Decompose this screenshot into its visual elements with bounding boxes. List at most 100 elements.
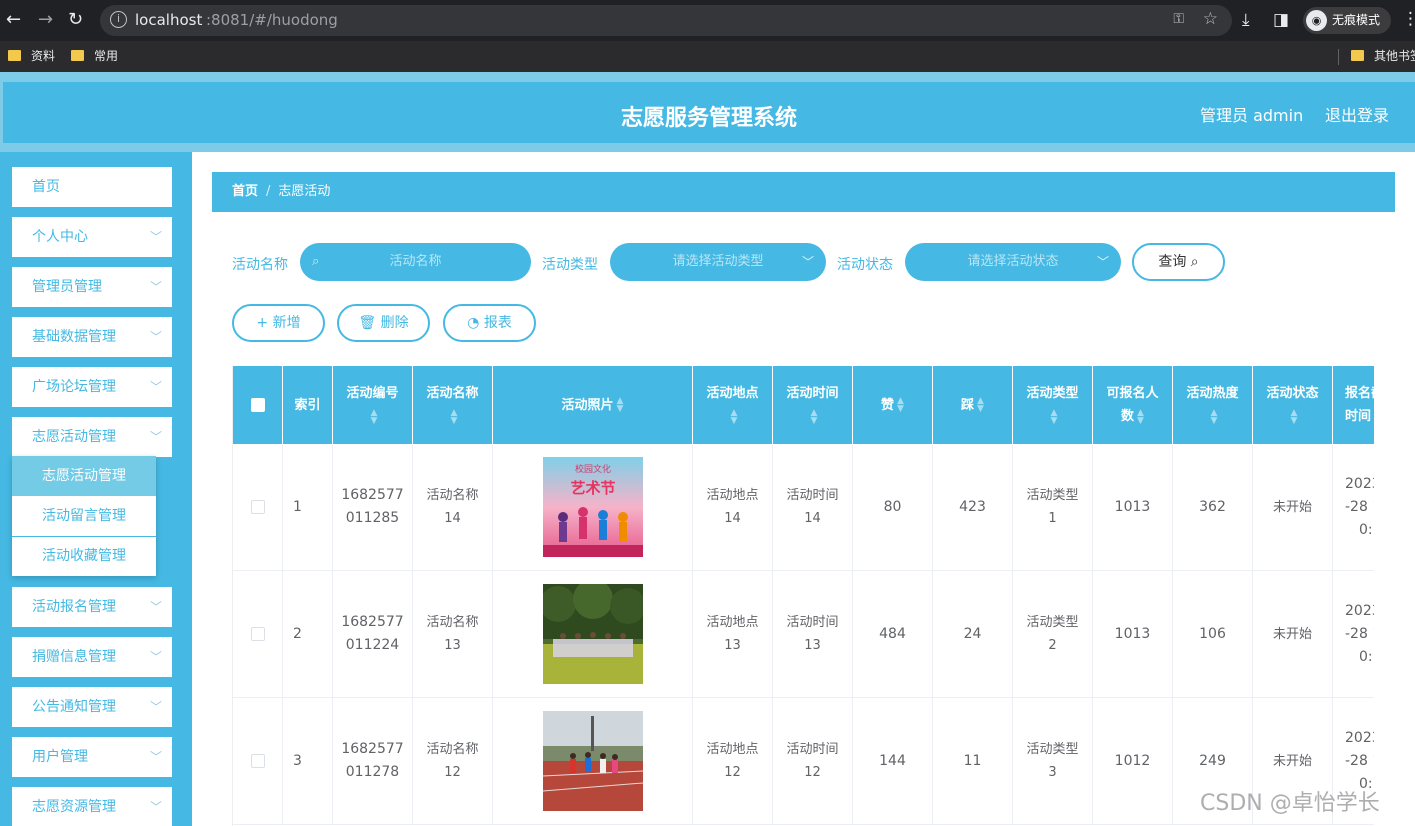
chevron-down-icon: ﹀ xyxy=(149,430,162,444)
header-signup-deadline[interactable]: 报名截时间 xyxy=(1333,366,1374,444)
bookmark-folder[interactable]: 常用 xyxy=(71,48,118,64)
app-header: 志愿服务管理系统 管理员 admin 退出登录 xyxy=(0,72,1415,152)
submenu-item-activities[interactable]: 志愿活动管理 xyxy=(12,456,156,496)
cell-zan: 80 xyxy=(853,444,933,571)
cell-code: 1682577 011285 xyxy=(333,444,413,571)
cell-cai: 11 xyxy=(933,698,1013,825)
header-code[interactable]: 活动编号 ▲ ▼ xyxy=(333,366,413,444)
sort-icon[interactable]: ▲ ▼ xyxy=(1137,408,1144,425)
download-icon[interactable]: ⤓ xyxy=(1242,10,1250,30)
chevron-down-icon: ﹀ xyxy=(149,800,162,814)
chevron-down-icon: ﹀ xyxy=(149,380,162,394)
cell-capacity: 1013 xyxy=(1093,571,1173,698)
sort-icon[interactable]: ▲ ▼ xyxy=(897,397,904,414)
sort-icon[interactable]: ▲ ▼ xyxy=(731,408,738,425)
query-button[interactable]: 查询 ⌕ xyxy=(1132,243,1225,281)
sidebar-item-signup[interactable]: 活动报名管理 ﹀ xyxy=(12,587,172,627)
chevron-down-icon: ﹀ xyxy=(149,600,162,614)
header-heat[interactable]: 活动热度 ▲ ▼ xyxy=(1173,366,1253,444)
sort-icon[interactable]: ▲ ▼ xyxy=(617,397,624,414)
header-place[interactable]: 活动地点 ▲ ▼ xyxy=(693,366,773,444)
cell-name: 活动名称 13 xyxy=(413,571,493,698)
more-icon[interactable]: ⋮ xyxy=(1402,9,1415,29)
cell-name: 活动名称 14 xyxy=(413,444,493,571)
sidebar-item-notice[interactable]: 公告通知管理 ﹀ xyxy=(12,687,172,727)
sidebar-item-admin[interactable]: 管理员管理 ﹀ xyxy=(12,267,172,307)
chevron-down-icon: ﹀ xyxy=(149,330,162,344)
forward-icon[interactable]: → xyxy=(38,10,53,30)
cell-cai: 24 xyxy=(933,571,1013,698)
logout-link[interactable]: 退出登录 xyxy=(1325,102,1389,126)
type-select[interactable]: 请选择活动类型 ﹀ xyxy=(610,243,826,281)
folder-icon xyxy=(71,50,84,61)
header-zan[interactable]: 赞 ▲ ▼ xyxy=(853,366,933,444)
sidebar-item-profile[interactable]: 个人中心 ﹀ xyxy=(12,217,172,257)
chevron-down-icon: ﹀ xyxy=(149,280,162,294)
add-button[interactable]: + 新增 xyxy=(232,304,325,342)
delete-button[interactable]: 🗑 删除 xyxy=(337,304,430,342)
status-select[interactable]: 请选择活动状态 ﹀ xyxy=(905,243,1121,281)
cell-index: 2 xyxy=(283,571,333,698)
select-all-checkbox[interactable] xyxy=(250,398,265,412)
breadcrumb-current: 志愿活动 xyxy=(278,184,331,199)
sidebar-item-donation[interactable]: 捐赠信息管理 ﹀ xyxy=(12,637,172,677)
row-checkbox-cell xyxy=(233,444,283,571)
key-icon[interactable]: ⚿ xyxy=(1173,11,1184,27)
sort-icon[interactable]: ▲ ▼ xyxy=(977,397,984,414)
header-status[interactable]: 活动状态 ▲ ▼ xyxy=(1253,366,1333,444)
row-checkbox[interactable] xyxy=(250,500,265,514)
header-index: 索引 xyxy=(283,366,333,444)
sort-icon[interactable]: ▲ ▼ xyxy=(1291,408,1298,425)
activity-photo-running-track[interactable] xyxy=(542,711,643,811)
report-button[interactable]: ◔ 报表 xyxy=(443,304,536,342)
cell-type: 活动类型 1 xyxy=(1013,444,1093,571)
header-time[interactable]: 活动时间 ▲ ▼ xyxy=(773,366,853,444)
bookmarks-bar: 资料 常用 其他书签 xyxy=(0,41,1415,72)
address-bar[interactable]: i localhost :8081/#/huodong ⚿ ☆ xyxy=(100,5,1232,36)
sort-icon[interactable]: ▲ ▼ xyxy=(1211,408,1218,425)
sidebar-item-resources[interactable]: 志愿资源管理 ﹀ xyxy=(12,787,172,826)
select-all-checkbox-cell xyxy=(233,366,283,444)
star-icon[interactable]: ☆ xyxy=(1203,9,1218,29)
header-cai[interactable]: 踩 ▲ ▼ xyxy=(933,366,1013,444)
submenu-item-messages[interactable]: 活动留言管理 xyxy=(12,496,156,536)
submenu-item-favorites[interactable]: 活动收藏管理 xyxy=(12,536,156,576)
activities-submenu: 志愿活动管理 活动留言管理 活动收藏管理 xyxy=(12,456,156,576)
sidepanel-icon[interactable]: ◨ xyxy=(1273,10,1289,30)
activities-table: 索引 活动编号 ▲ ▼ 活动名称 ▲ ▼ 活动照片 ▲ ▼ 活动地点 ▲ ▼ 活动时间 ▲ ▼ 赞 ▲… xyxy=(232,366,1374,826)
row-checkbox[interactable] xyxy=(250,754,265,768)
header-name[interactable]: 活动名称 ▲ ▼ xyxy=(413,366,493,444)
header-photo[interactable]: 活动照片 ▲ ▼ xyxy=(493,366,693,444)
sidebar-item-home[interactable]: 首页 xyxy=(12,167,172,207)
cell-photo xyxy=(493,698,693,825)
trash-icon: 🗑 xyxy=(358,315,377,331)
back-icon[interactable]: ← xyxy=(6,10,21,30)
sort-icon[interactable]: ▲ ▼ xyxy=(811,408,818,425)
svg-text:艺术节: 艺术节 xyxy=(570,479,615,497)
bookmark-divider xyxy=(1338,49,1339,65)
sidebar-item-basic-data[interactable]: 基础数据管理 ﹀ xyxy=(12,317,172,357)
row-checkbox[interactable] xyxy=(250,627,265,641)
reload-icon[interactable]: ↻ xyxy=(68,10,83,30)
sort-icon[interactable]: ▲ ▼ xyxy=(1051,408,1058,425)
chevron-down-icon: ﹀ xyxy=(1096,255,1109,269)
name-search-input[interactable]: ⌕ 活动名称 xyxy=(300,243,531,281)
bookmark-folder[interactable]: 资料 xyxy=(8,48,55,64)
header-capacity[interactable]: 可报名人数 ▲ ▼ xyxy=(1093,366,1173,444)
cell-capacity: 1013 xyxy=(1093,444,1173,571)
breadcrumb-home[interactable]: 首页 xyxy=(232,184,258,199)
activity-photo-outdoor-group[interactable] xyxy=(542,584,643,684)
other-bookmarks[interactable]: 其他书签 xyxy=(1351,48,1415,64)
incognito-label: 无痕模式 xyxy=(1332,13,1381,27)
sort-icon[interactable]: ▲ ▼ xyxy=(371,408,378,425)
incognito-badge[interactable]: ◉ 无痕模式 xyxy=(1303,7,1391,34)
cell-name: 活动名称 12 xyxy=(413,698,493,825)
sidebar-item-forum[interactable]: 广场论坛管理 ﹀ xyxy=(12,367,172,407)
info-icon[interactable]: i xyxy=(110,11,127,28)
sort-icon[interactable]: ▲ ▼ xyxy=(451,408,458,425)
sidebar-item-users[interactable]: 用户管理 ﹀ xyxy=(12,737,172,777)
sidebar-item-activities[interactable]: 志愿活动管理 ﹀ xyxy=(12,417,172,457)
header-type[interactable]: 活动类型 ▲ ▼ xyxy=(1013,366,1093,444)
activity-photo-art-festival[interactable]: 校园文化 艺术节 xyxy=(542,457,643,557)
cell-heat: 362 xyxy=(1173,444,1253,571)
